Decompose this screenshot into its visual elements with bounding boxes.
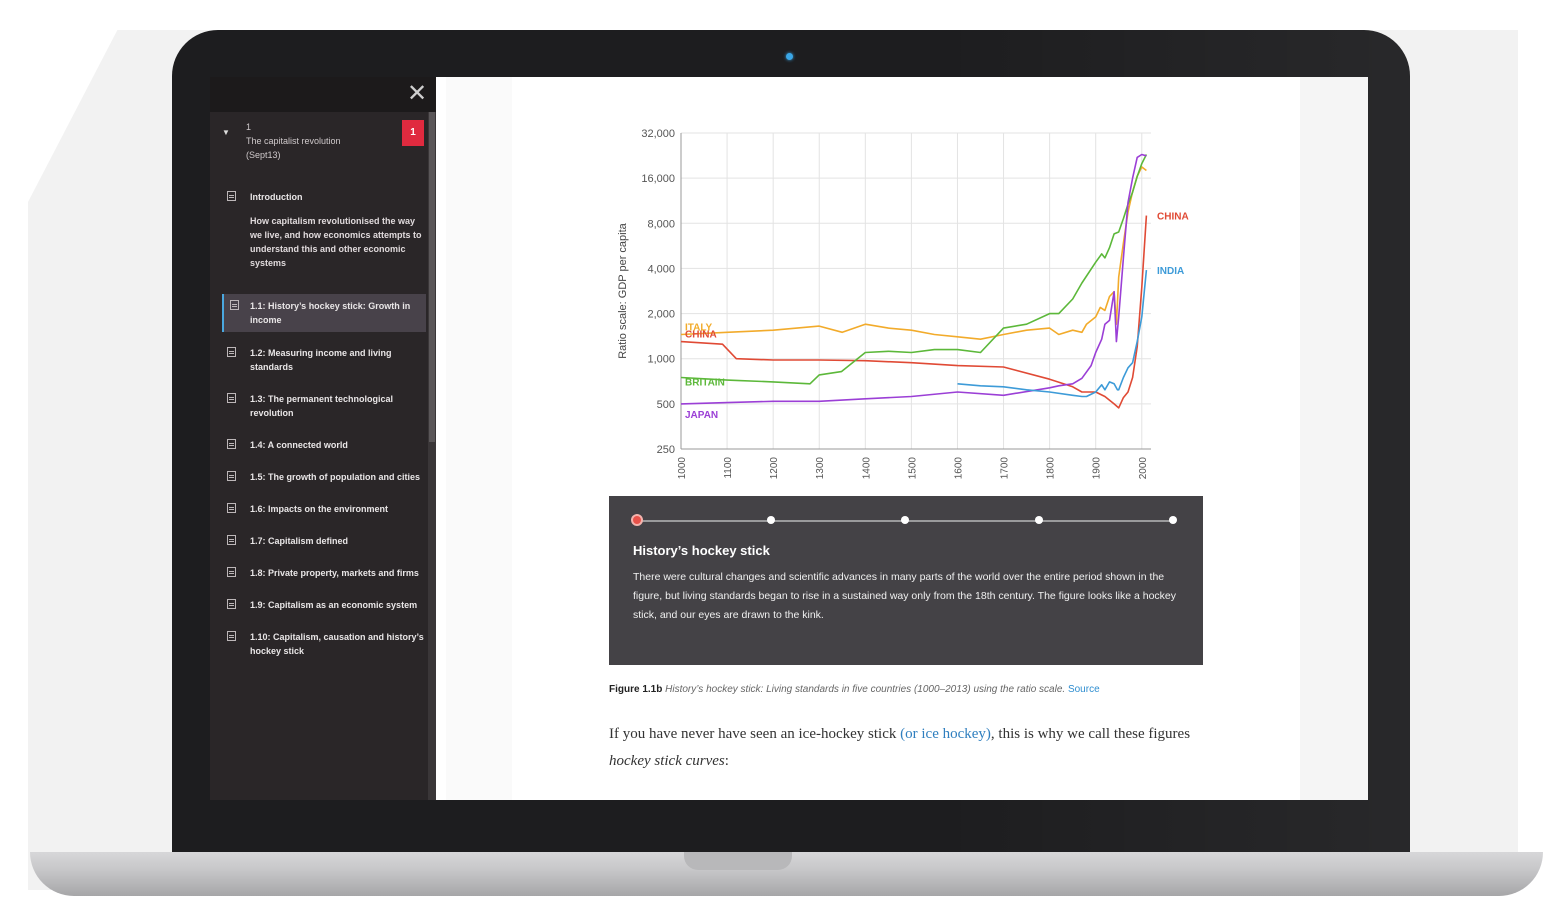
x-tick-label: 1500	[907, 457, 918, 480]
ice-hockey-link[interactable]: (or ice hockey)	[900, 726, 991, 742]
timeline-step-1[interactable]	[631, 514, 643, 526]
chapter-date: (Sept13)	[246, 150, 281, 160]
document-icon	[227, 599, 236, 609]
body-paragraph: If you have never have seen an ice-hocke…	[609, 721, 1209, 775]
series-label-japan: JAPAN	[685, 410, 718, 421]
figure-label: Figure 1.1b	[609, 684, 663, 695]
sidebar-item-6[interactable]: 1.6: Impacts on the environment	[210, 502, 436, 516]
sidebar-item-label: 1.8: Private property, markets and firms	[250, 568, 419, 578]
series-label-right-china: CHINA	[1157, 212, 1189, 223]
chapter-badge: 1	[402, 120, 424, 146]
sidebar-item-label: 1.9: Capitalism as an economic system	[250, 600, 418, 610]
timeline-step-4[interactable]	[1035, 516, 1043, 524]
y-tick-label: 16,000	[641, 173, 675, 185]
document-icon	[227, 191, 236, 201]
x-tick-label: 1200	[769, 457, 780, 480]
sidebar-item-1[interactable]: 1.1: History’s hockey stick: Growth in i…	[222, 294, 426, 332]
gdp-chart: 32,000 16,000 8,000 4,000 2,000 1,000 500 25010…	[617, 128, 1189, 480]
sidebar-item-4[interactable]: 1.4: A connected world	[210, 438, 436, 452]
document-icon	[227, 631, 236, 641]
sidebar-item-9[interactable]: 1.9: Capitalism as an economic system	[210, 598, 436, 612]
sidebar-section-list: 1.1: History’s hockey stick: Growth in i…	[210, 294, 436, 658]
sidebar-item-label: 1.6: Impacts on the environment	[250, 504, 389, 514]
x-tick-label: 1000	[677, 457, 688, 480]
x-tick-label: 2000	[1138, 457, 1149, 480]
body-text-end: :	[724, 753, 729, 769]
y-tick-label: 250	[657, 444, 675, 456]
sidebar-item-2[interactable]: 1.2: Measuring income and living standar…	[210, 346, 436, 374]
document-icon	[227, 439, 236, 449]
step-title: History’s hockey stick	[633, 543, 770, 558]
laptop-base-notch	[684, 852, 792, 870]
timeline-step-2[interactable]	[767, 516, 775, 524]
chapter-header[interactable]: ▼ 1 The capitalist revolution (Sept13) 1	[210, 112, 436, 186]
timeline-step-3[interactable]	[901, 516, 909, 524]
page-margin-right	[1300, 77, 1368, 800]
sidebar-item-label: 1.10: Capitalism, causation and history’…	[250, 632, 424, 656]
y-tick-label: 32,000	[641, 128, 675, 140]
sidebar-item-8[interactable]: 1.8: Private property, markets and firms	[210, 566, 436, 580]
sidebar-header: ✕	[210, 77, 436, 112]
sidebar-item-label: 1.5: The growth of population and cities	[250, 472, 421, 482]
y-tick-label: 4,000	[647, 263, 675, 275]
series-line-china	[680, 215, 1148, 409]
y-tick-label: 8,000	[647, 218, 675, 230]
figure-caption: Figure 1.1b History’s hockey stick: Livi…	[609, 684, 1100, 695]
main-content: 32,000 16,000 8,000 4,000 2,000 1,000 500 250 10…	[446, 77, 1368, 800]
document-icon	[230, 300, 239, 310]
sidebar-item-5[interactable]: 1.5: The growth of population and cities	[210, 470, 436, 484]
body-text-start: If you have never have seen an ice-hocke…	[609, 726, 901, 742]
caret-down-icon[interactable]: ▼	[222, 126, 230, 140]
series-line-japan	[680, 153, 1147, 405]
sidebar-item-label: 1.1: History’s hockey stick: Growth in i…	[250, 301, 411, 325]
camera-dot	[786, 53, 793, 60]
series-label-china: CHINA	[685, 330, 717, 341]
series-label-britain: BRITAIN	[685, 377, 725, 388]
y-tick-label: 2,000	[647, 309, 675, 321]
body-emphasis: hockey stick curves	[609, 753, 725, 769]
x-tick-label: 1100	[723, 457, 734, 479]
sidebar-item-label: Introduction	[250, 192, 303, 202]
sidebar-item-label: 1.7: Capitalism defined	[250, 536, 349, 546]
x-tick-label: 1300	[815, 457, 826, 480]
document-icon	[227, 347, 236, 357]
x-tick-label: 1400	[861, 457, 872, 480]
screen: ✕ ▼ 1 The capitalist revolution (Sept13)…	[210, 77, 1368, 800]
document-icon	[227, 393, 236, 403]
sidebar-item-7[interactable]: 1.7: Capitalism defined	[210, 534, 436, 548]
sidebar-item-label: 1.4: A connected world	[250, 440, 348, 450]
sidebar-item-label: 1.2: Measuring income and living standar…	[250, 348, 392, 372]
x-tick-label: 1600	[953, 457, 964, 480]
series-line-britain	[680, 154, 1148, 385]
figure-caption-text: History’s hockey stick: Living standards…	[665, 684, 1066, 695]
x-tick-label: 1700	[1000, 457, 1011, 480]
sidebar-item-3[interactable]: 1.3: The permanent technological revolut…	[210, 392, 436, 420]
sidebar-scrollbar[interactable]	[428, 112, 436, 800]
document-icon	[227, 471, 236, 481]
step-panel: History’s hockey stick There were cultur…	[609, 496, 1203, 665]
sidebar-item-introduction[interactable]: Introduction	[210, 190, 436, 204]
series-label-right-india: INDIA	[1157, 266, 1184, 277]
sidebar-item-10[interactable]: 1.10: Capitalism, causation and history’…	[210, 630, 436, 658]
sidebar-item-label: 1.3: The permanent technological revolut…	[250, 394, 394, 418]
x-tick-label: 1900	[1092, 457, 1103, 480]
close-icon[interactable]: ✕	[404, 81, 430, 107]
y-axis-label: Ratio scale: GDP per capita	[617, 222, 629, 358]
body-text-middle: , this is why we call these figures	[990, 726, 1191, 742]
y-tick-label: 500	[657, 399, 675, 411]
sidebar: ✕ ▼ 1 The capitalist revolution (Sept13)…	[210, 77, 436, 800]
page-margin-left	[446, 77, 512, 800]
introduction-description: How capitalism revolutionised the way we…	[250, 216, 422, 268]
x-tick-label: 1800	[1046, 457, 1057, 480]
source-link[interactable]: Source	[1068, 684, 1100, 695]
document-icon	[227, 503, 236, 513]
document-icon	[227, 567, 236, 577]
timeline-step-5[interactable]	[1169, 516, 1177, 524]
y-tick-label: 1,000	[647, 354, 675, 366]
document-icon	[227, 535, 236, 545]
step-text: There were cultural changes and scientif…	[633, 571, 1176, 621]
